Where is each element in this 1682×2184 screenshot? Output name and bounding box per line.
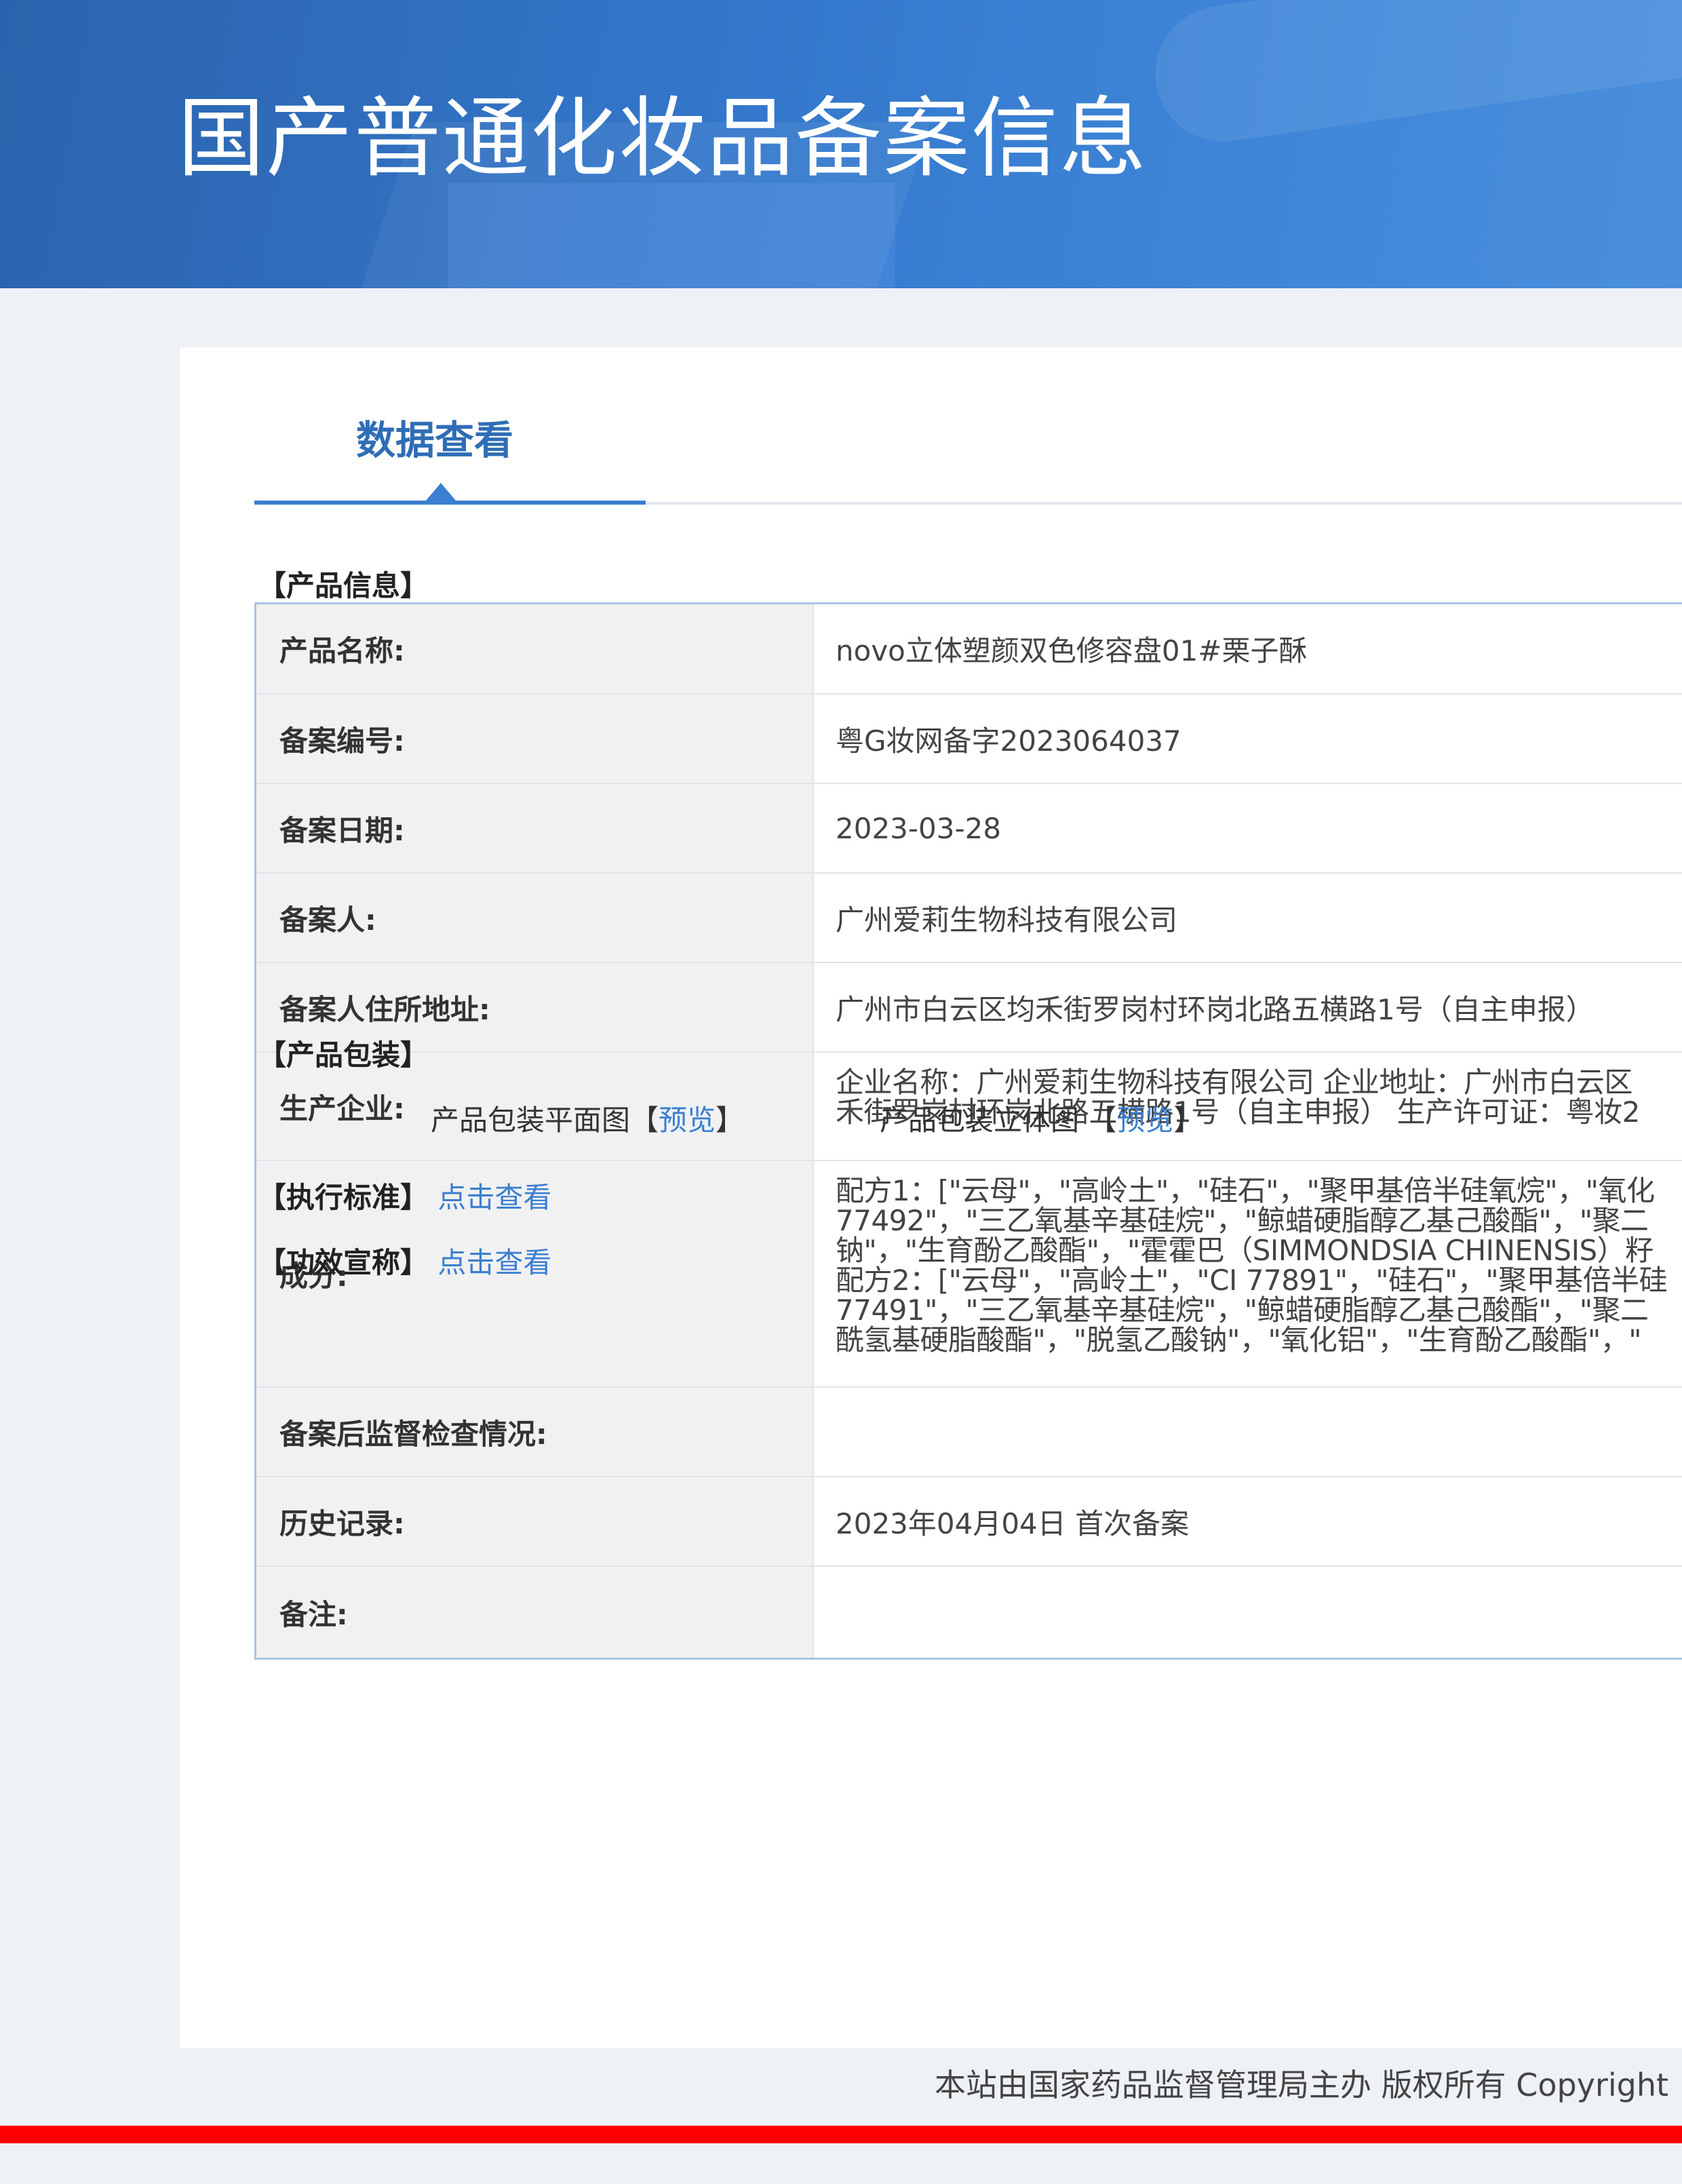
bracket: 【 bbox=[1088, 1104, 1117, 1137]
tab-data-view[interactable]: 数据查看 bbox=[356, 408, 513, 465]
row-value-multiline: 配方1：["云母"，"高岭土"，"硅石"，"聚甲基倍半硅氧烷"，"氧化 7749… bbox=[814, 1161, 1682, 1386]
bracket: 【 bbox=[630, 1104, 659, 1137]
bracket: 】 bbox=[1173, 1104, 1202, 1137]
standard-view-link[interactable]: 点击查看 bbox=[437, 1181, 551, 1214]
package-flat-preview-link[interactable]: 预览 bbox=[659, 1104, 716, 1137]
standard-label: 【执行标准】 bbox=[258, 1181, 429, 1214]
value-line: 钠"，"生育酚乙酸酯"，"霍霍巴（SIMMONDSIA CHINENSIS）籽 bbox=[836, 1234, 1654, 1267]
section-title-product-package: 【产品包装】 bbox=[258, 1038, 429, 1072]
row-value: novo立体塑颜双色修容盘01#栗子酥 bbox=[836, 634, 1308, 667]
table-row: 备案编号: 粤G妆网备字2023064037 bbox=[256, 695, 1682, 784]
package-flat-label: 产品包装平面图 bbox=[431, 1104, 631, 1137]
banner-decoration bbox=[448, 183, 895, 288]
table-row: 备案后监督检查情况: bbox=[256, 1388, 1682, 1477]
row-value bbox=[814, 1388, 1682, 1476]
row-label: 产品名称: bbox=[256, 604, 814, 693]
package-solid-preview-link[interactable]: 预览 bbox=[1116, 1104, 1173, 1137]
table-row: 备案人住所地址: 广州市白云区均禾街罗岗村环岗北路五横路1号（自主申报） bbox=[256, 963, 1682, 1053]
row-value: 粤G妆网备字2023064037 bbox=[836, 724, 1181, 758]
package-flat-row: 产品包装平面图【预览】 bbox=[431, 1097, 744, 1139]
package-solid-row: 产品包装立体图 【预览】 bbox=[880, 1097, 1202, 1139]
value-line: 配方2：["云母"，"高岭土"，"CI 77891"，"硅石"，"聚甲基倍半硅 bbox=[836, 1264, 1668, 1297]
main-card: 数据查看 【产品信息】 产品名称: novo立体塑颜双色修容盘01#栗子酥 备案… bbox=[180, 347, 1682, 2048]
row-value bbox=[814, 1567, 1682, 1658]
package-solid-label: 产品包装立体图 bbox=[880, 1104, 1080, 1137]
row-label: 备注: bbox=[256, 1567, 814, 1658]
bracket: 】 bbox=[716, 1104, 745, 1137]
section-title-product-info: 【产品信息】 bbox=[258, 569, 429, 602]
value-line: 企业名称：广州爱莉生物科技有限公司 企业地址：广州市白云区 bbox=[836, 1066, 1632, 1099]
table-row: 备案人: 广州爱莉生物科技有限公司 bbox=[256, 874, 1682, 963]
value-line: 77492"，"三乙氧基辛基硅烷"，"鲸蜡硬脂醇乙基己酸酯"，"聚二 bbox=[836, 1204, 1649, 1237]
tab-bar: 数据查看 bbox=[254, 347, 1682, 505]
value-line: 配方1：["云母"，"高岭土"，"硅石"，"聚甲基倍半硅氧烷"，"氧化 bbox=[836, 1174, 1655, 1207]
row-value: 2023年04月04日 首次备案 bbox=[836, 1506, 1190, 1540]
row-value: 广州爱莉生物科技有限公司 bbox=[836, 903, 1178, 937]
row-label: 备案编号: bbox=[256, 695, 814, 783]
tab-active-indicator bbox=[254, 501, 646, 505]
efficacy-row: 【功效宣称】 点击查看 bbox=[258, 1240, 551, 1281]
banner-decoration bbox=[1146, 0, 1682, 151]
table-row: 产品名称: novo立体塑颜双色修容盘01#栗子酥 bbox=[256, 604, 1682, 695]
value-line: 酰氢基硬脂酸酯"，"脱氢乙酸钠"，"氧化铝"，"生育酚乙酸酯"，" bbox=[836, 1323, 1642, 1357]
table-row: 备案日期: 2023-03-28 bbox=[256, 784, 1682, 874]
row-value: 2023-03-28 bbox=[836, 811, 1002, 845]
row-label: 备案人: bbox=[256, 874, 814, 962]
standard-row: 【执行标准】 点击查看 bbox=[258, 1175, 551, 1216]
tab-active-arrow-icon bbox=[426, 483, 456, 501]
row-label: 备案日期: bbox=[256, 784, 814, 872]
table-row: 历史记录: 2023年04月04日 首次备案 bbox=[256, 1477, 1682, 1567]
efficacy-view-link[interactable]: 点击查看 bbox=[437, 1246, 551, 1279]
table-row: 备注: bbox=[256, 1567, 1682, 1658]
efficacy-label: 【功效宣称】 bbox=[258, 1246, 429, 1279]
row-label: 历史记录: bbox=[256, 1477, 814, 1565]
page-title: 国产普通化妆品备案信息 bbox=[178, 88, 1148, 189]
footer-red-bar bbox=[0, 2126, 1682, 2143]
footer-copyright: 本站由国家药品监督管理局主办 版权所有 Copyright bbox=[935, 2067, 1669, 2103]
value-line: 77491"，"三乙氧基辛基硅烷"，"鲸蜡硬脂醇乙基己酸酯"，"聚二 bbox=[836, 1293, 1649, 1327]
header-banner: 国产普通化妆品备案信息 bbox=[0, 0, 1682, 288]
row-label: 备案后监督检查情况: bbox=[256, 1388, 814, 1476]
row-value: 广州市白云区均禾街罗岗村环岗北路五横路1号（自主申报） bbox=[836, 992, 1595, 1026]
